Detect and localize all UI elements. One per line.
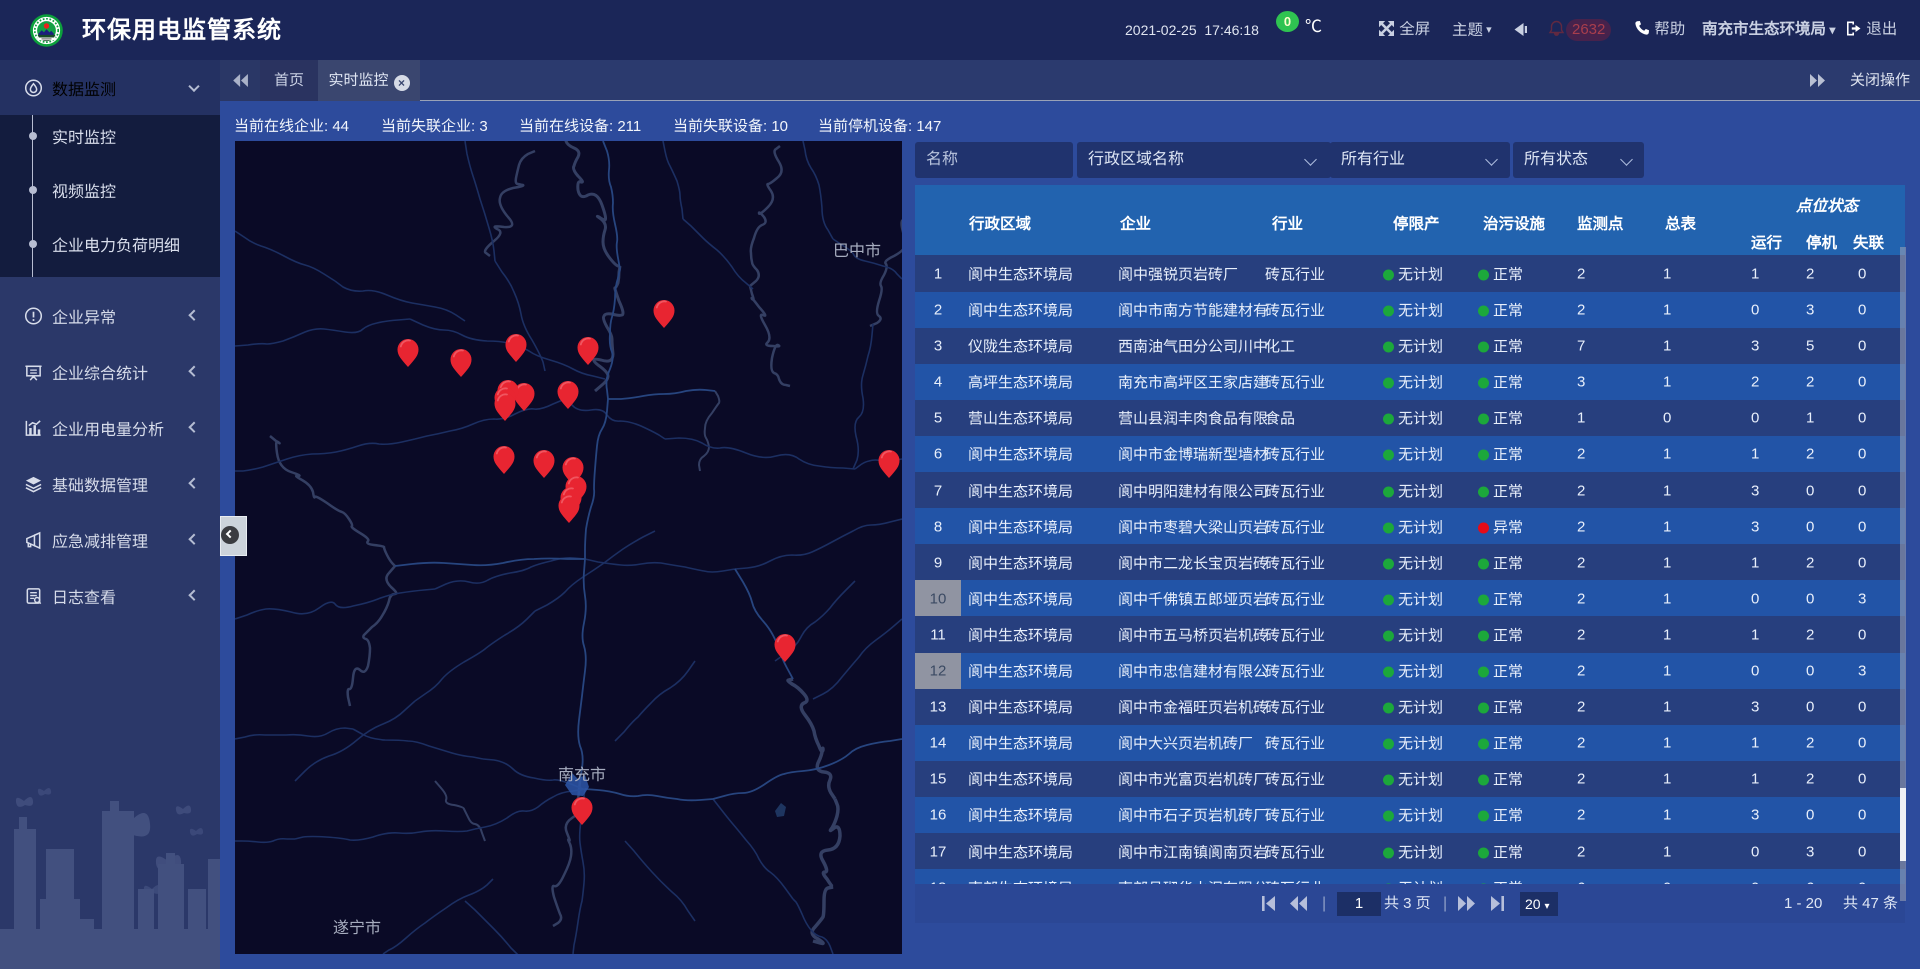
svg-text:遂宁市: 遂宁市 [333, 919, 381, 937]
svg-text:南充市: 南充市 [558, 766, 606, 784]
svg-text:巴中市: 巴中市 [833, 242, 881, 260]
